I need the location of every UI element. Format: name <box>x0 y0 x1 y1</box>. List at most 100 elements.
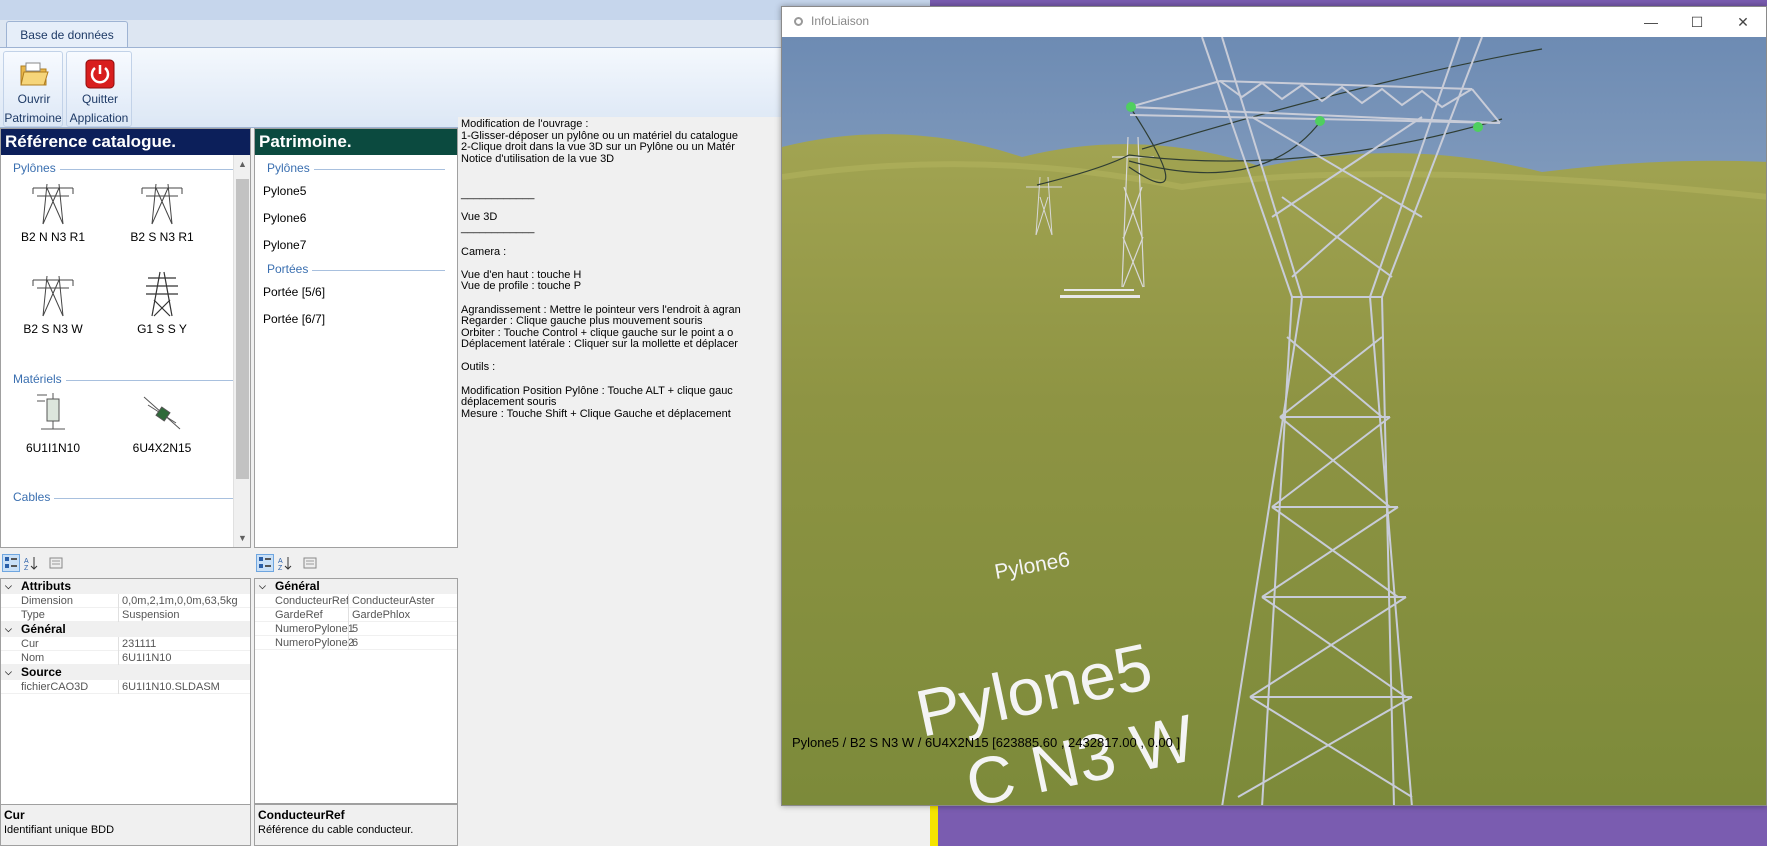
catalog-pylones-grid: B2 N N3 R1 B2 S N3 R1 <box>1 178 250 270</box>
patrimoine-item-pylone[interactable]: Pylone7 <box>255 232 457 259</box>
catalog-item-label: B2 S N3 W <box>23 322 83 336</box>
svg-text:Z: Z <box>278 565 283 571</box>
property-row[interactable]: NumeroPylone2 6 <box>255 636 457 650</box>
catalog-item-materiel[interactable]: 6U1I1N10 <box>3 389 103 455</box>
catalog-scrollbar[interactable]: ▲ ▼ <box>233 155 250 547</box>
property-category[interactable]: ⌵ Général <box>255 579 457 594</box>
infoliaison-3d-window: InfoLiaison — ☐ ✕ Pylone6 Pylone5 C N3 W… <box>781 6 1767 806</box>
quit-button[interactable]: Quitter <box>67 54 133 109</box>
property-grid-right: ⌵ Général ConducteurRef ConducteurAster Ga… <box>254 578 458 804</box>
app-icon <box>794 17 803 26</box>
insulator-string-thumbnail-icon <box>143 396 181 430</box>
quit-button-label: Quitter <box>81 92 118 106</box>
window-titlebar[interactable]: InfoLiaison — ☐ ✕ <box>782 7 1766 37</box>
section-portees-label: Portées <box>267 262 313 276</box>
scroll-down-arrow-icon[interactable]: ▼ <box>234 529 250 547</box>
property-row[interactable]: Cur 231111 <box>1 637 250 651</box>
section-materiels: Matériels <box>1 371 250 389</box>
section-cables-label: Cables <box>13 490 55 504</box>
patrimoine-item-pylone[interactable]: Pylone5 <box>255 178 457 205</box>
folder-open-icon <box>20 62 49 86</box>
property-row[interactable]: NumeroPylone1 5 <box>255 622 457 636</box>
ribbon-tab-database[interactable]: Base de données <box>6 21 128 48</box>
property-toolbar-right: AZ <box>254 550 458 577</box>
chevron-down-icon[interactable]: ⌵ <box>5 579 12 594</box>
svg-text:Z: Z <box>24 565 29 571</box>
patrimoine-item-portee[interactable]: Portée [6/7] <box>255 306 457 333</box>
patrimoine-header: Patrimoine. <box>255 129 457 155</box>
pylon-thumbnail-icon <box>141 183 183 225</box>
catalog-pylones-grid-row2: B2 S N3 W G1 S S Y <box>1 270 250 362</box>
svg-text:A: A <box>278 558 283 565</box>
power-icon <box>85 59 115 89</box>
catalog-panel: Référence catalogue. Pylônes B2 N N3 R1 … <box>0 128 251 548</box>
chevron-down-icon[interactable]: ⌵ <box>5 622 12 637</box>
window-title: InfoLiaison <box>811 14 870 28</box>
chevron-down-icon[interactable]: ⌵ <box>259 579 266 594</box>
svg-text:A: A <box>24 558 29 565</box>
categorized-view-icon[interactable] <box>256 554 274 572</box>
open-button-label: Ouvrir <box>17 92 51 106</box>
categorized-view-icon[interactable] <box>2 554 20 572</box>
property-row[interactable]: fichierCAO3D 6U1I1N10.SLDASM <box>1 680 250 694</box>
catalog-item-label: B2 N N3 R1 <box>20 230 86 244</box>
scroll-up-arrow-icon[interactable]: ▲ <box>234 155 250 173</box>
maximize-icon[interactable]: ☐ <box>1674 11 1720 35</box>
property-row[interactable]: Dimension 0,0m,2,1m,0,0m,63,5kg <box>1 594 250 608</box>
property-category[interactable]: ⌵ Attributs <box>1 579 250 594</box>
open-button[interactable]: Ouvrir <box>1 54 67 109</box>
section-materiels-label: Matériels <box>13 372 66 386</box>
catalog-item-label: G1 S S Y <box>137 322 187 336</box>
alphabetical-sort-icon[interactable]: AZ <box>276 554 294 572</box>
catalog-item-label: 6U1I1N10 <box>25 441 81 455</box>
description-text: Référence du cable conducteur. <box>258 824 414 836</box>
description-text: Identifiant unique BDD <box>4 824 115 836</box>
status-readout: Pylone5 / B2 S N3 W / 6U4X2N15 [623885.6… <box>792 735 1181 750</box>
section-portees: Portées <box>255 261 457 279</box>
catalog-item-pylone[interactable]: G1 S S Y <box>112 270 212 336</box>
catalog-item-pylone[interactable]: B2 N N3 R1 <box>3 178 103 244</box>
desktop-background <box>938 806 1767 846</box>
scroll-thumb[interactable] <box>236 179 249 479</box>
section-pylones-label: Pylônes <box>267 161 314 175</box>
catalog-item-label: B2 S N3 R1 <box>130 230 194 244</box>
patrimoine-item-pylone[interactable]: Pylone6 <box>255 205 457 232</box>
ribbon-group-patrimoine: Ouvrir Patrimoine <box>3 51 63 127</box>
property-category[interactable]: ⌵ Général <box>1 622 250 637</box>
property-category[interactable]: ⌵ Source <box>1 665 250 680</box>
ribbon-group-application: Quitter Application <box>66 51 132 127</box>
catalog-item-label: 6U4X2N15 <box>132 441 192 455</box>
catalog-header: Référence catalogue. <box>1 129 250 155</box>
property-grid-left: ⌵ Attributs Dimension 0,0m,2,1m,0,0m,63,5k… <box>0 578 251 814</box>
desktop-strip <box>930 806 938 846</box>
pylon-thumbnail-icon <box>146 271 178 317</box>
property-row[interactable]: ConducteurRef ConducteurAster <box>255 594 457 608</box>
group-label-application: Application <box>69 111 129 125</box>
property-pages-icon[interactable] <box>301 554 319 572</box>
section-pylones: Pylônes <box>1 160 250 178</box>
section-pylones: Pylônes <box>255 160 457 178</box>
group-label-patrimoine: Patrimoine <box>4 111 62 125</box>
catalog-materiels-grid: 6U1I1N10 6U4X2N15 <box>1 389 250 481</box>
property-row[interactable]: Type Suspension <box>1 608 250 622</box>
property-row[interactable]: GardeRef GardePhlox <box>255 608 457 622</box>
section-cables: Cables <box>1 489 250 507</box>
property-description-right: ConducteurRef Référence du cable conduct… <box>254 804 458 846</box>
chevron-down-icon[interactable]: ⌵ <box>5 665 12 680</box>
insulator-thumbnail-icon <box>37 393 65 430</box>
description-title: ConducteurRef <box>258 808 345 822</box>
property-pages-icon[interactable] <box>47 554 65 572</box>
property-row[interactable]: Nom 6U1I1N10 <box>1 651 250 665</box>
section-pylones-label: Pylônes <box>13 161 60 175</box>
close-icon[interactable]: ✕ <box>1720 11 1766 35</box>
property-description-left: Cur Identifiant unique BDD <box>0 804 251 846</box>
description-title: Cur <box>4 808 25 822</box>
pylon-thumbnail-icon <box>32 183 74 225</box>
patrimoine-item-portee[interactable]: Portée [5/6] <box>255 279 457 306</box>
minimize-icon[interactable]: — <box>1628 11 1674 35</box>
alphabetical-sort-icon[interactable]: AZ <box>22 554 40 572</box>
catalog-item-materiel[interactable]: 6U4X2N15 <box>112 389 212 455</box>
catalog-item-pylone[interactable]: B2 S N3 W <box>3 270 103 336</box>
catalog-item-pylone[interactable]: B2 S N3 R1 <box>112 178 212 244</box>
3d-viewport[interactable]: Pylone6 Pylone5 C N3 W <box>782 37 1767 806</box>
